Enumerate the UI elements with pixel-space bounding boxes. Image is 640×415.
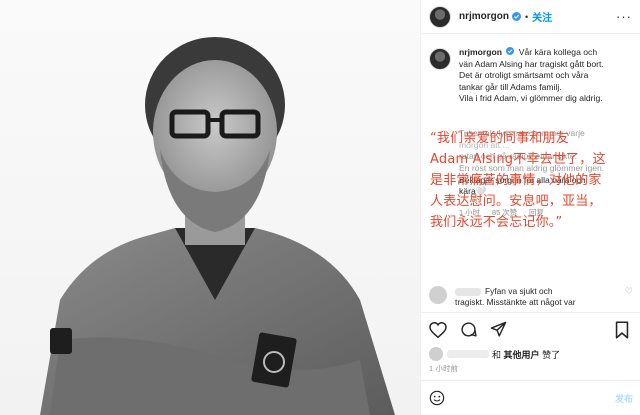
heart-icon[interactable]: [427, 319, 449, 341]
caption-line: Vår kära kollega och: [518, 47, 598, 57]
caption-line: vän Adam Alsing har tragiskt gått bort.: [459, 58, 604, 69]
caption-username[interactable]: nrjmorgon: [459, 47, 502, 57]
bookmark-icon[interactable]: [611, 319, 633, 341]
caption-line: Vila i frid Adam, vi glömmer dig aldrig.: [459, 93, 603, 104]
verified-badge-icon: [512, 12, 521, 21]
comment-line: Fyfan va sjukt och: [485, 286, 553, 296]
overlay-line: 人表达慰问。安息吧，亚当，: [430, 194, 602, 209]
author-username[interactable]: nrjmorgon: [459, 11, 509, 22]
caption-line: Det är otroligt smärtsamt och våra: [459, 70, 589, 81]
post-age: 1 小时前: [429, 364, 459, 373]
separator-dot: •: [525, 11, 529, 22]
likes-suffix: 赞了: [542, 349, 561, 360]
blurred-username: [455, 287, 481, 296]
post-header: nrjmorgon • 关注 ···: [421, 0, 640, 34]
verified-badge-icon: [506, 47, 515, 55]
likes-connector: 和: [492, 349, 502, 360]
comment-line: tragiskt. Misstänkte att något var: [455, 297, 576, 307]
commenter-avatar[interactable]: [429, 286, 447, 304]
overlay-line: 我们永远不会忘记你。”: [430, 215, 563, 230]
comment-item: Fyfan va sjukt och tragiskt. Misstänkte …: [421, 286, 640, 308]
overlay-line: 是非常痛苦的事情，对他的家: [430, 173, 602, 188]
caption-line: [459, 117, 604, 129]
comment-text: Fyfan va sjukt och tragiskt. Misstänkte …: [455, 286, 576, 308]
portrait-illustration: [40, 37, 395, 415]
share-icon[interactable]: [487, 319, 509, 341]
caption-avatar[interactable]: [429, 48, 451, 70]
likes-row: 和 其他用户 赞了: [429, 347, 639, 361]
comment-icon[interactable]: [457, 319, 479, 341]
caption-line: tankar går till Adams familj.: [459, 81, 562, 92]
comment-input[interactable]: [453, 393, 593, 403]
emoji-icon[interactable]: [429, 390, 445, 406]
comment-like-icon[interactable]: ♡: [625, 286, 633, 297]
post-photo[interactable]: [0, 0, 420, 415]
overlay-line: Adam Alsing不幸去世了，这: [430, 152, 606, 167]
liker-avatar[interactable]: [429, 347, 443, 361]
overlay-line: “我们亲爱的同事和朋友: [430, 131, 569, 146]
action-bar: [421, 312, 640, 346]
blurred-liker-name: [447, 350, 489, 358]
likes-others-link[interactable]: 其他用户: [504, 348, 540, 361]
more-horizontal-icon[interactable]: ···: [616, 9, 632, 24]
add-comment-bar: 发布: [421, 380, 640, 415]
author-avatar[interactable]: [429, 5, 451, 28]
follow-button[interactable]: 关注: [532, 9, 552, 24]
post-comment-button[interactable]: 发布: [615, 392, 633, 405]
caption-line: [459, 105, 604, 117]
translation-overlay: “我们亲爱的同事和朋友 Adam Alsing不幸去世了，这 是非常痛苦的事情，…: [430, 128, 640, 233]
